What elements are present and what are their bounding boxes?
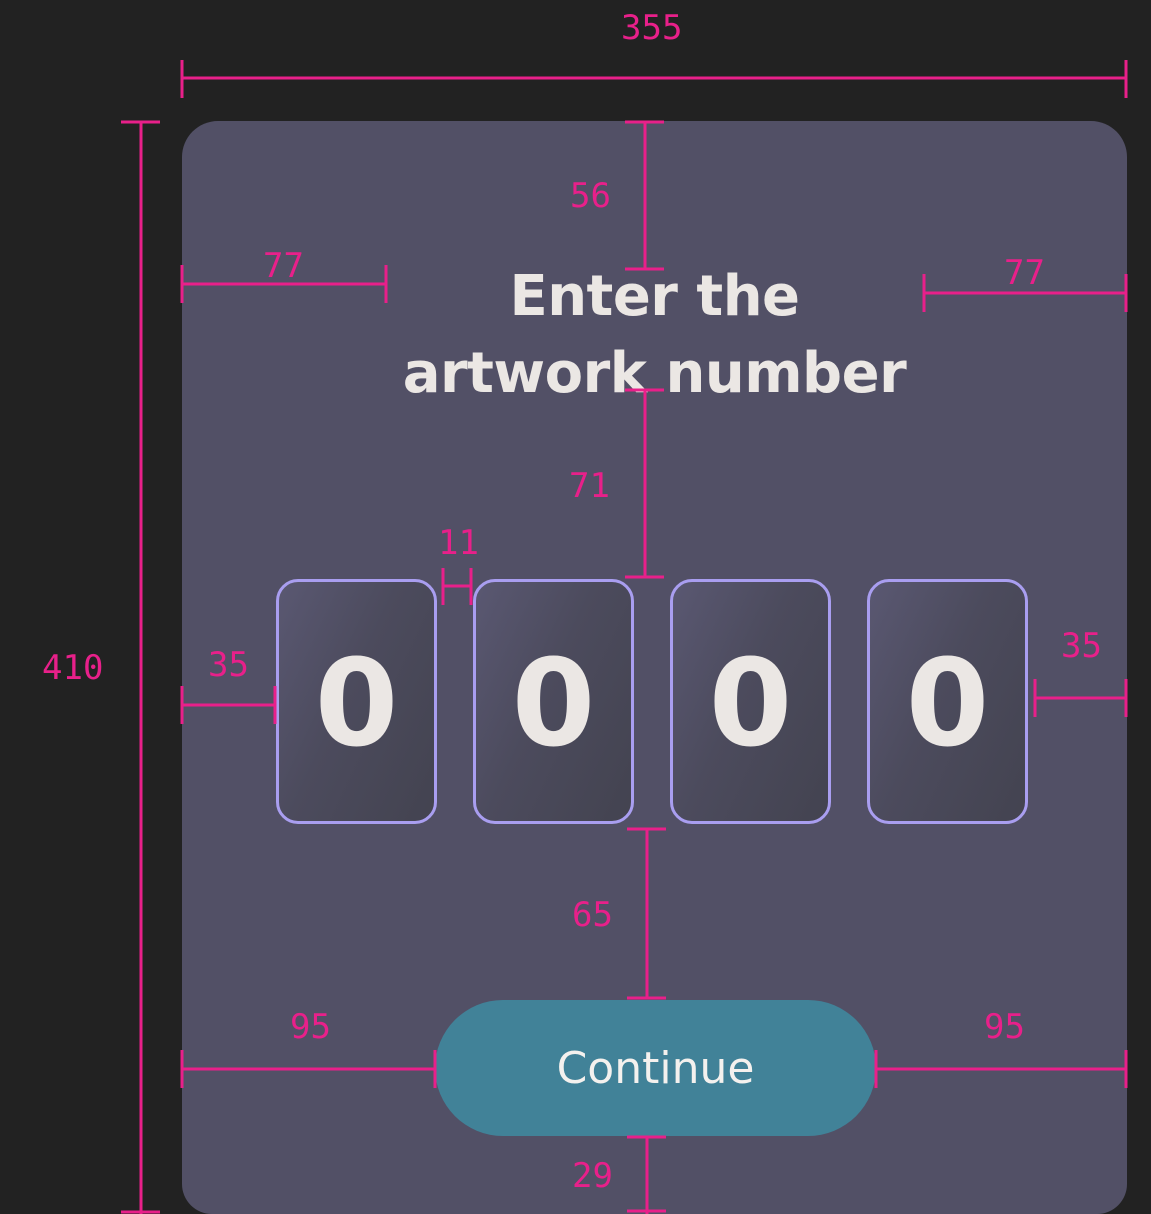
continue-button[interactable]: Continue: [435, 1000, 876, 1136]
digit-value-4: 0: [905, 634, 990, 774]
digit-value-3: 0: [708, 634, 793, 774]
digit-field-3[interactable]: 0: [670, 579, 831, 824]
digit-field-2[interactable]: 0: [473, 579, 634, 824]
digit-field-4[interactable]: 0: [867, 579, 1028, 824]
digit-input-group: 0 0 0 0: [276, 579, 1034, 828]
artwork-number-card: Enter the artwork number 0 0 0 0 Continu…: [182, 121, 1127, 1214]
digit-value-2: 0: [511, 634, 596, 774]
card-height-label: 410: [42, 648, 104, 688]
digit-value-1: 0: [314, 634, 399, 774]
card-width-label: 355: [621, 8, 683, 48]
digit-field-1[interactable]: 0: [276, 579, 437, 824]
card-title: Enter the artwork number: [402, 264, 907, 406]
